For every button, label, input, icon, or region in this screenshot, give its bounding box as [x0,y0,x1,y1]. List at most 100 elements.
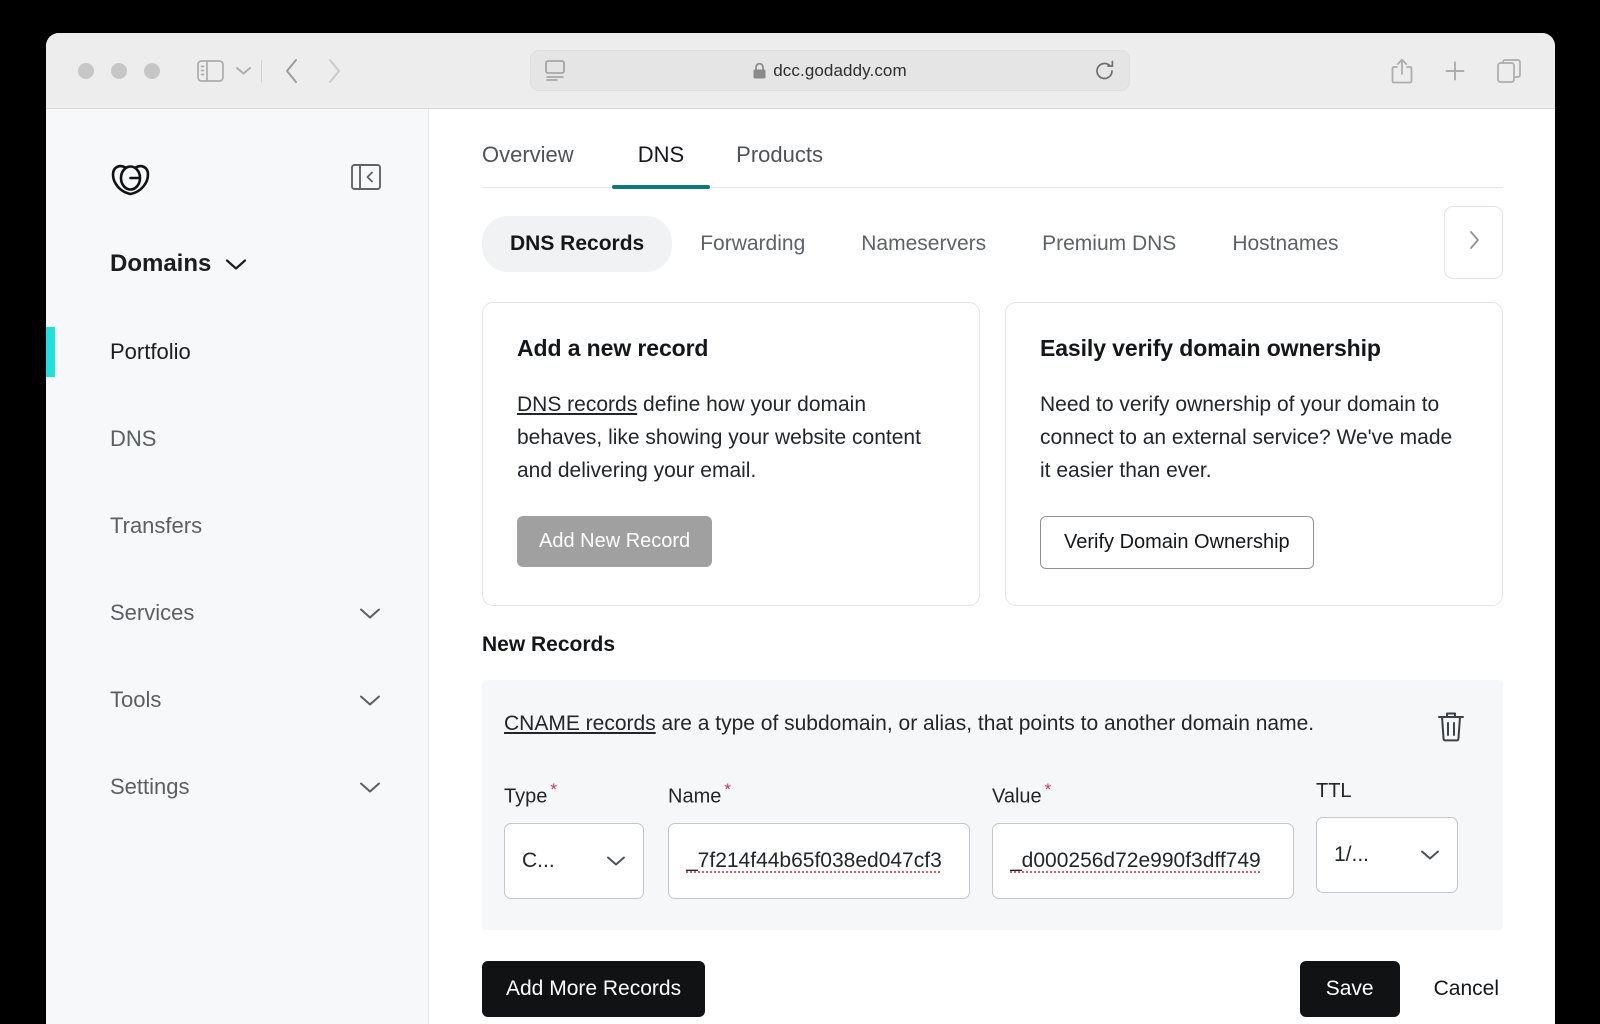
main-content: Overview DNS Products DNS Records Forwar… [429,109,1555,1024]
chevron-down-icon [359,774,381,800]
save-button[interactable]: Save [1300,961,1400,1017]
ttl-select-value: 1/... [1334,843,1369,867]
card-title: Add a new record [517,335,945,362]
chevron-down-icon [359,687,381,713]
record-fields: Type* C... Name* _7f214f44b65f038ed047cf… [504,780,1473,899]
lock-icon [753,63,766,79]
chevron-down-icon [225,250,247,278]
new-record-panel: CNAME records are a type of subdomain, o… [482,680,1503,930]
browser-toolbar: dcc.godaddy.com [46,33,1555,109]
name-input-value: _7f214f44b65f038ed047cf3 [686,849,952,873]
field-name: Name* _7f214f44b65f038ed047cf3 [668,780,970,899]
subtabs-next-button[interactable] [1444,206,1503,279]
forward-arrow-icon[interactable] [327,58,342,84]
sidebar-item-dns[interactable]: DNS [46,395,428,482]
tab-overview-icon[interactable] [1497,59,1521,83]
tab-dns[interactable]: DNS [612,142,710,187]
cancel-button[interactable]: Cancel [1430,961,1503,1017]
required-asterisk: * [550,780,557,799]
browser-window: dcc.godaddy.com [46,33,1555,1024]
verify-domain-ownership-button[interactable]: Verify Domain Ownership [1040,516,1314,569]
subtab-nameservers[interactable]: Nameservers [833,216,1014,272]
toolbar-right-actions [1391,33,1521,109]
form-actions: Add More Records Save Cancel [482,961,1503,1017]
card-body: Need to verify ownership of your domain … [1040,388,1468,487]
chevron-down-icon [606,849,626,873]
field-type-label: Type* [504,780,644,809]
sidebar-item-label: DNS [110,426,156,452]
sidebar-item-label: Transfers [110,513,202,539]
plus-icon[interactable] [1443,59,1467,83]
field-value-label: Value* [992,780,1294,809]
collapse-sidebar-icon[interactable] [351,164,381,195]
field-name-label: Name* [668,780,970,809]
name-input[interactable]: _7f214f44b65f038ed047cf3 [668,823,970,899]
sidebar-item-tools[interactable]: Tools [46,656,428,743]
url-label: dcc.godaddy.com [773,61,906,81]
tab-overview[interactable]: Overview [482,142,600,187]
value-input-value: _d000256d72e990f3dff749 [1010,849,1276,873]
address-bar[interactable]: dcc.godaddy.com [530,50,1130,91]
type-select[interactable]: C... [504,823,644,899]
back-arrow-icon[interactable] [284,58,299,84]
record-panel-header: CNAME records are a type of subdomain, o… [504,710,1473,747]
sidebar-header [46,154,428,204]
minimize-window-button[interactable] [111,63,127,79]
dns-records-link[interactable]: DNS records [517,393,637,416]
card-verify-domain-ownership: Easily verify domain ownership Need to v… [1005,302,1503,606]
secondary-tabs: DNS Records Forwarding Nameservers Premi… [482,216,1503,272]
subtab-dns-records[interactable]: DNS Records [482,216,672,272]
window-traffic-lights [78,63,160,79]
reader-view-icon[interactable] [545,60,565,81]
sidebar-item-label: Settings [110,774,190,800]
field-label-text: Value [992,786,1042,808]
new-records-heading: New Records [482,633,1503,657]
subtab-premium-dns[interactable]: Premium DNS [1014,216,1204,272]
record-description-text: are a type of subdomain, or alias, that … [656,712,1314,735]
chevron-down-icon[interactable] [235,65,252,76]
sidebar-item-settings[interactable]: Settings [46,743,428,830]
field-type: Type* C... [504,780,644,899]
ttl-select[interactable]: 1/... [1316,817,1458,893]
add-new-record-button[interactable]: Add New Record [517,516,712,567]
sidebar-item-label: Tools [110,687,161,713]
subtab-hostnames[interactable]: Hostnames [1204,216,1366,272]
cname-records-link[interactable]: CNAME records [504,712,656,735]
card-body: DNS records define how your domain behav… [517,388,945,487]
field-ttl: TTL 1/... [1316,780,1458,893]
share-icon[interactable] [1391,58,1413,84]
subtab-forwarding[interactable]: Forwarding [672,216,833,272]
field-ttl-label: TTL [1316,780,1458,803]
sidebar-item-portfolio[interactable]: Portfolio [46,308,428,395]
sidebar-section-domains[interactable]: Domains [46,250,428,278]
godaddy-logo[interactable] [110,161,154,197]
card-add-new-record: Add a new record DNS records define how … [482,302,980,606]
sidebar-item-transfers[interactable]: Transfers [46,482,428,569]
sidebar-item-label: Portfolio [110,339,191,365]
required-asterisk: * [1045,780,1052,799]
app-sidebar: Domains Portfolio DNS Transfers [46,109,429,1024]
value-input[interactable]: _d000256d72e990f3dff749 [992,823,1294,899]
primary-tabs: Overview DNS Products [482,109,1503,188]
toolbar-divider [261,60,262,82]
card-title: Easily verify domain ownership [1040,335,1468,362]
field-value: Value* _d000256d72e990f3dff749 [992,780,1294,899]
tab-products[interactable]: Products [710,142,849,187]
info-cards: Add a new record DNS records define how … [482,302,1503,606]
record-description: CNAME records are a type of subdomain, o… [504,710,1314,736]
sidebar-toggle-icon[interactable] [197,60,224,82]
field-label-text: Type [504,786,547,808]
field-label-text: Name [668,786,721,808]
maximize-window-button[interactable] [144,63,160,79]
url-text-container: dcc.godaddy.com [565,61,1095,81]
add-more-records-button[interactable]: Add More Records [482,961,705,1017]
type-select-value: C... [522,849,555,873]
sidebar-item-services[interactable]: Services [46,569,428,656]
close-window-button[interactable] [78,63,94,79]
page-body: Domains Portfolio DNS Transfers [46,109,1555,1024]
reload-icon[interactable] [1095,60,1115,82]
trash-icon[interactable] [1437,710,1473,747]
required-asterisk: * [724,780,731,799]
sidebar-section-label: Domains [110,250,211,278]
chevron-right-icon [1468,230,1480,255]
